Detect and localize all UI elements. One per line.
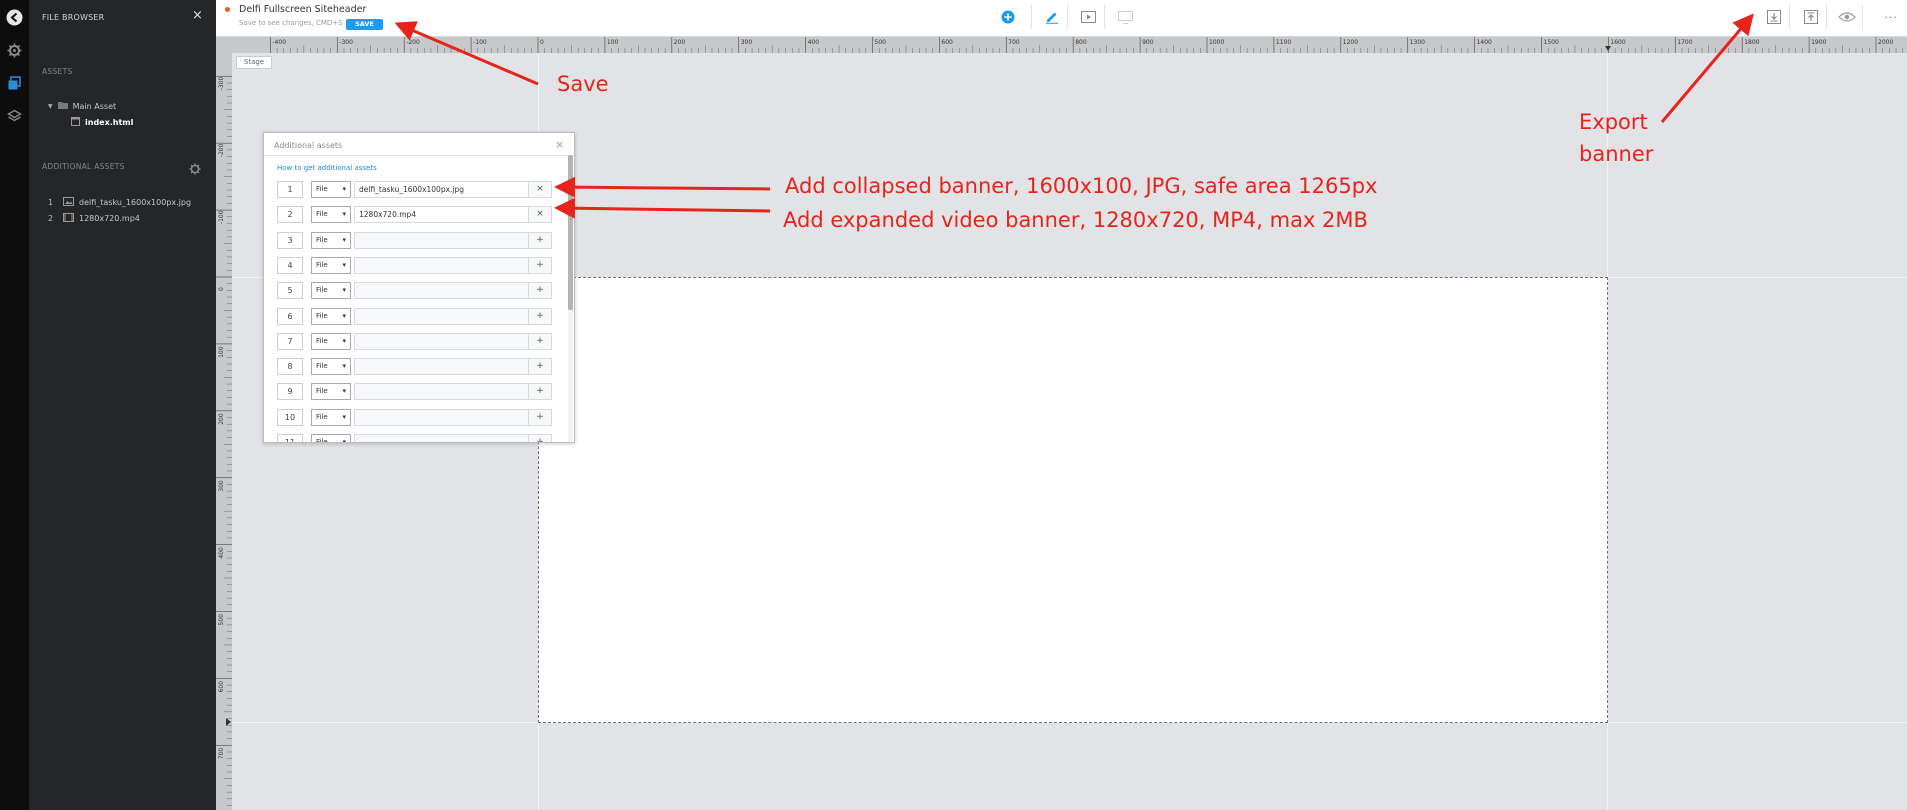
annotation-export-line1: Export: [1579, 110, 1648, 134]
annotation-save: Save: [557, 72, 609, 96]
collapsed-arrow: [554, 176, 771, 198]
annotation-collapsed-banner: Add collapsed banner, 1600x100, JPG, saf…: [785, 174, 1378, 198]
expanded-arrow: [554, 197, 771, 219]
annotation-expanded-banner: Add expanded video banner, 1280x720, MP4…: [783, 208, 1368, 232]
export-arrow: [1660, 13, 1754, 123]
annotation-export-line2: banner: [1579, 142, 1654, 166]
save-arrow: [394, 21, 539, 86]
